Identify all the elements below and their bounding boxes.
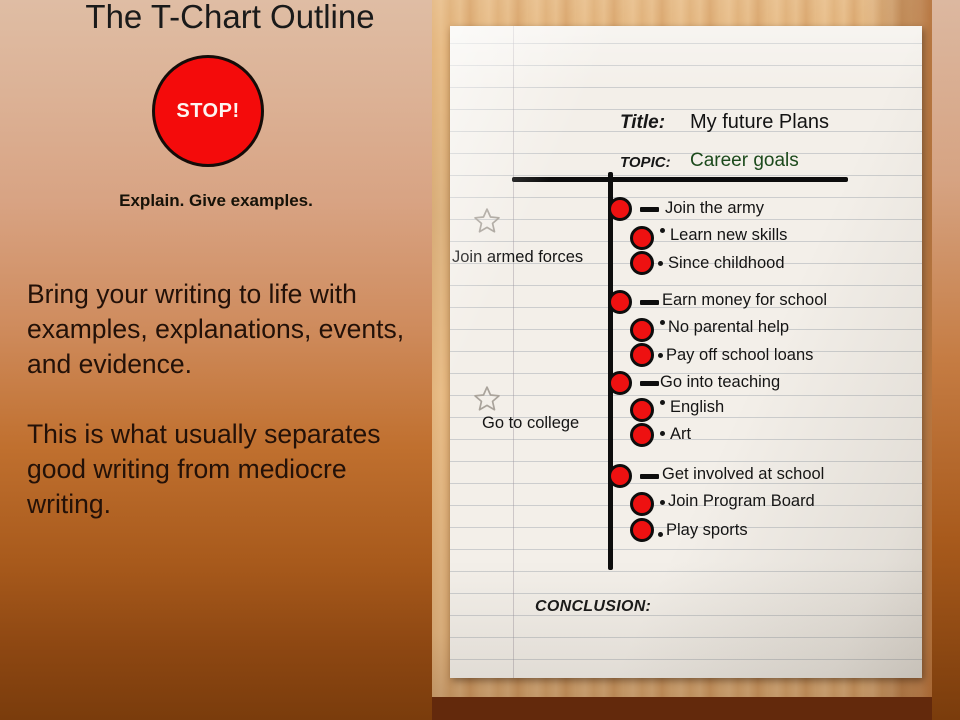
stop-sign-label: STOP! [176,99,240,122]
sub-point-dot-2-2 [630,343,654,367]
sub-point-dot-4-2 [630,518,654,542]
sub-point-dot-3-2 [630,423,654,447]
conclusion-field-label: CONCLUSION: [535,598,652,615]
t-chart-horizontal-rule [512,177,848,182]
sub-point-bullet-2-2 [658,353,663,358]
sub-point-dot-1-2 [630,251,654,275]
body-paragraph-2: This is what usually separates good writ… [27,418,381,520]
sub-point-dot-3-1 [630,398,654,422]
left-content-pane: The T-Chart Outline STOP! Explain. Give … [0,0,432,720]
sub-point-text-4-1: Join Program Board [668,492,815,510]
main-point-dash-1 [640,207,659,212]
sub-point-text-2-2: Pay off school loans [666,346,814,364]
sub-point-text-4-2: Play sports [666,521,748,539]
sub-point-text-3-1: English [670,398,725,416]
sub-point-bullet-3-1 [660,400,665,405]
topic-field-value: Career goals [690,150,799,171]
sub-point-bullet-4-1 [660,500,665,505]
body-paragraph-1: Bring your writing to life with examples… [27,279,405,380]
title-field-value: My future Plans [690,111,829,133]
wood-bottom-shadow-band [432,697,932,720]
topic-field-label: TOPIC: [620,154,671,171]
star-outline-icon [472,206,502,235]
sub-point-bullet-4-2 [658,532,663,537]
sub-point-text-3-2: Art [670,425,692,443]
group-label-1: Join armed forces [452,248,584,266]
main-point-dot-1 [608,197,632,221]
worksheet-content: Title: My future Plans TOPIC: Career goa… [450,26,922,678]
title-field-label: Title: [620,112,666,133]
slide-canvas: The T-Chart Outline STOP! Explain. Give … [0,0,960,720]
main-point-dash-2 [640,300,659,305]
main-point-dash-3 [640,381,659,386]
slide-right-edge [932,0,960,720]
sub-point-dot-1-1 [630,226,654,250]
sub-point-dot-2-1 [630,318,654,342]
main-point-dot-4 [608,464,632,488]
main-point-text-2: Earn money for school [662,291,828,309]
sub-point-bullet-2-1 [660,320,665,325]
stop-sign-badge: STOP! [152,55,264,167]
main-point-text-3: Go into teaching [660,373,781,391]
worksheet-paper: Title: My future Plans TOPIC: Career goa… [450,26,922,678]
sub-point-bullet-1-1 [660,228,665,233]
sub-point-bullet-3-2 [660,431,665,436]
sub-point-dot-4-1 [630,492,654,516]
main-point-dash-4 [640,474,659,479]
page-title: The T-Chart Outline [85,0,375,35]
star-outline-icon [472,384,502,413]
main-point-dot-3 [608,371,632,395]
body-copy: Bring your writing to life with examples… [27,277,427,522]
main-point-text-1: Join the army [665,199,765,217]
sub-point-text-1-2: Since childhood [668,254,785,272]
sub-point-bullet-1-2 [658,261,663,266]
sub-point-text-1-1: Learn new skills [670,226,788,244]
t-chart-vertical-rule [608,172,613,570]
main-point-dot-2 [608,290,632,314]
group-label-3: Go to college [482,414,580,432]
main-point-text-4: Get involved at school [662,465,825,483]
explain-instruction: Explain. Give examples. [119,191,313,210]
sub-point-text-2-1: No parental help [668,318,790,336]
